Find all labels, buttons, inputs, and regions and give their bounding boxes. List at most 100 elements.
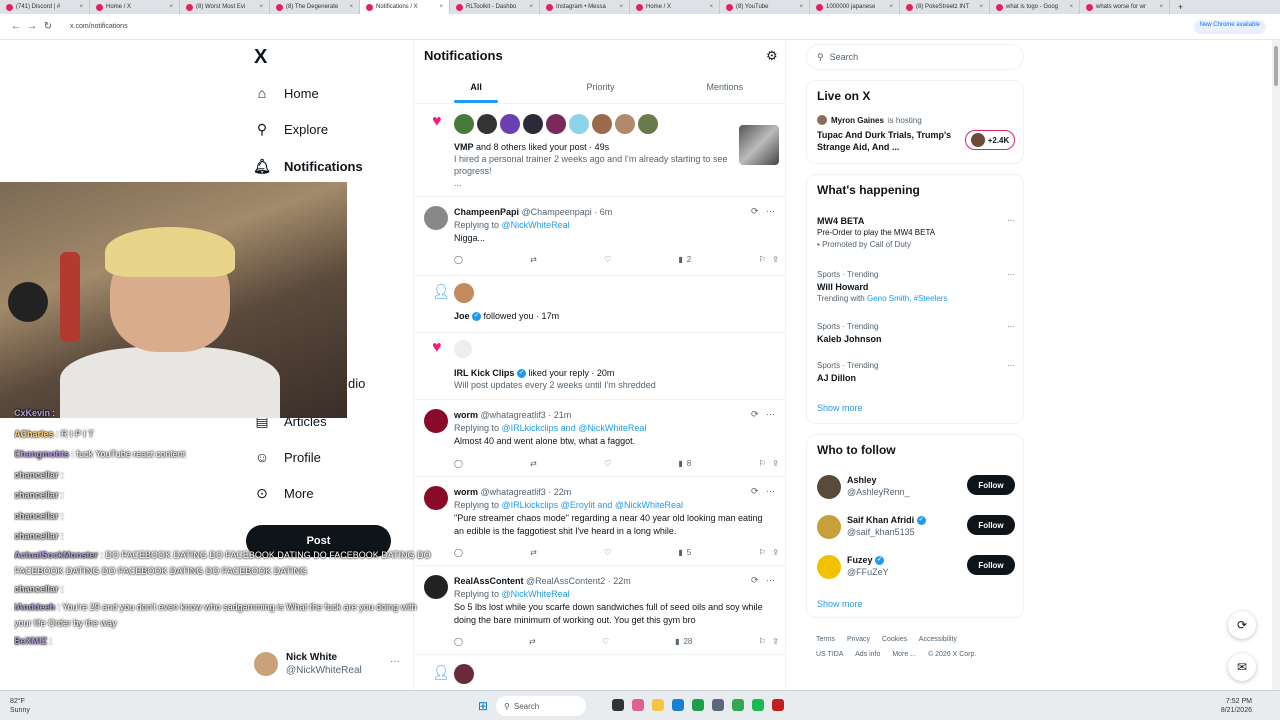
list-item[interactable]: ♥ IRL Kick Clips ✓ liked your reply · 20… bbox=[414, 334, 787, 400]
bookmark-share-icons[interactable]: ⚐ ⇪ bbox=[758, 255, 779, 264]
list-item[interactable]: ♥ VMP and 8 others liked your post · 49s… bbox=[414, 105, 787, 197]
tab-mentions[interactable]: Mentions bbox=[663, 78, 787, 103]
footer-link[interactable]: Cookies bbox=[882, 636, 907, 643]
like-icon[interactable]: ♡ bbox=[604, 548, 611, 557]
follow-button[interactable]: Follow bbox=[967, 475, 1015, 495]
views-icon[interactable]: ▮ 28 bbox=[675, 637, 692, 646]
tab-priority[interactable]: Priority bbox=[538, 78, 662, 103]
sidebar-item-explore[interactable]: ⚲ Explore bbox=[254, 121, 328, 137]
footer-link[interactable]: More ... bbox=[892, 651, 916, 658]
close-icon[interactable]: × bbox=[169, 4, 173, 10]
close-icon[interactable]: × bbox=[259, 4, 263, 10]
close-icon[interactable]: × bbox=[889, 4, 893, 10]
avatar[interactable] bbox=[500, 114, 520, 134]
reply-icon[interactable]: ◯ bbox=[454, 548, 463, 557]
excel-icon[interactable] bbox=[692, 699, 704, 711]
more-icon[interactable]: ··· bbox=[390, 656, 400, 667]
avatar[interactable] bbox=[454, 664, 474, 684]
file-explorer-icon[interactable] bbox=[652, 699, 664, 711]
like-icon[interactable]: ♡ bbox=[604, 255, 611, 264]
author-name[interactable]: RealAssContent bbox=[454, 576, 524, 586]
follow-button[interactable]: Follow bbox=[967, 515, 1015, 535]
footer-link[interactable]: Terms bbox=[816, 636, 835, 643]
avatar[interactable] bbox=[638, 114, 658, 134]
follow-suggestion[interactable]: Fuzey ✓ @FFuZeY Follow bbox=[817, 553, 1015, 583]
task-view-icon[interactable] bbox=[612, 699, 624, 711]
sidebar-item-notifications[interactable]: 🔔︎ Notifications bbox=[253, 158, 363, 174]
new-chrome-available-button[interactable]: New Chrome available bbox=[1193, 20, 1266, 34]
retweet-icon[interactable]: ⇄ bbox=[530, 255, 537, 264]
more-icon[interactable]: ··· bbox=[1007, 360, 1015, 372]
author-name[interactable]: worm bbox=[454, 410, 478, 420]
avatar[interactable] bbox=[477, 114, 497, 134]
sidebar-item-home[interactable]: ⌂ Home bbox=[254, 85, 319, 101]
reply-icon[interactable]: ◯ bbox=[454, 637, 463, 646]
footer-link[interactable]: Privacy bbox=[847, 636, 870, 643]
more-icon[interactable]: ··· bbox=[1007, 215, 1015, 227]
app-icon[interactable] bbox=[712, 699, 724, 711]
more-icon[interactable]: ··· bbox=[1007, 321, 1015, 333]
grok-button[interactable]: ⟳ bbox=[1228, 611, 1256, 639]
avatar[interactable] bbox=[454, 283, 474, 303]
new-tab-button[interactable]: + bbox=[1170, 0, 1191, 14]
trend-item[interactable]: Sports · Trending AJ Dillon ··· bbox=[817, 360, 1015, 384]
close-icon[interactable]: × bbox=[1069, 4, 1073, 10]
close-icon[interactable]: × bbox=[349, 4, 353, 10]
browser-tab[interactable]: (8) The Degenerate × bbox=[270, 0, 360, 14]
browser-tab[interactable]: (8) YouTube × bbox=[720, 0, 810, 14]
like-icon[interactable]: ♡ bbox=[604, 459, 611, 468]
browser-tab[interactable]: what is togo - Goog × bbox=[990, 0, 1080, 14]
avatar[interactable] bbox=[615, 114, 635, 134]
browser-tab[interactable]: (8) PokeStreetz INT × bbox=[900, 0, 990, 14]
messages-button[interactable]: ✉ bbox=[1228, 653, 1256, 681]
live-host[interactable]: Myron Gaines is hosting bbox=[817, 115, 922, 125]
browser-tab[interactable]: Instagram • Messa × bbox=[540, 0, 630, 14]
system-clock[interactable]: 7:52 PM 8/21/2026 bbox=[1221, 697, 1252, 715]
author-name[interactable]: worm bbox=[454, 487, 478, 497]
list-item[interactable]: ⟳ ··· RealAssContent @RealAssContent2 · … bbox=[414, 567, 787, 655]
close-icon[interactable]: × bbox=[529, 4, 533, 10]
live-listeners-badge[interactable]: +2.4K bbox=[965, 130, 1015, 150]
search-input[interactable]: ⚲ Search bbox=[806, 44, 1024, 70]
reply-link[interactable]: @NickWhiteReal bbox=[502, 589, 570, 599]
browser-tab[interactable]: (741) Discord | # × bbox=[0, 0, 90, 14]
follow-button[interactable]: Follow bbox=[967, 555, 1015, 575]
author-name[interactable]: ChampeenPapi bbox=[454, 207, 519, 217]
retweet-icon[interactable]: ⇄ bbox=[529, 637, 536, 646]
follow-suggestion[interactable]: Saif Khan Afridi ✓ @saif_khan5135 Follow bbox=[817, 513, 1015, 543]
bookmark-share-icons[interactable]: ⚐ ⇪ bbox=[758, 637, 779, 646]
more-icon[interactable]: ··· bbox=[1007, 269, 1015, 281]
retweet-icon[interactable]: ⇄ bbox=[530, 459, 537, 468]
close-icon[interactable]: × bbox=[709, 4, 713, 10]
footer-link[interactable]: Accessibility bbox=[919, 636, 957, 643]
reply-icon[interactable]: ◯ bbox=[454, 459, 463, 468]
avatar[interactable] bbox=[454, 340, 472, 358]
chrome-icon[interactable] bbox=[732, 699, 744, 711]
like-icon[interactable]: ♡ bbox=[602, 637, 609, 646]
list-item[interactable]: 👤︎ Joe ✓ followed you · 17m bbox=[414, 277, 787, 333]
reload-icon[interactable]: ↻ bbox=[40, 21, 56, 32]
copilot-icon[interactable] bbox=[632, 699, 644, 711]
avatar[interactable] bbox=[424, 206, 448, 230]
browser-tab[interactable]: Home / X × bbox=[90, 0, 180, 14]
show-more-link[interactable]: Show more bbox=[817, 403, 863, 413]
list-item[interactable]: ⟳ ··· ChampeenPapi @Champeenpapi · 6m Re… bbox=[414, 198, 787, 276]
sidebar-item-partial[interactable]: dio bbox=[348, 376, 365, 391]
close-icon[interactable]: × bbox=[1159, 4, 1163, 10]
bookmark-share-icons[interactable]: ⚐ ⇪ bbox=[758, 459, 779, 468]
spotify-icon[interactable] bbox=[752, 699, 764, 711]
x-logo[interactable]: X bbox=[254, 46, 267, 69]
live-space-title[interactable]: Tupac And Durk Trials, Trump's Strange A… bbox=[817, 129, 957, 153]
close-icon[interactable]: × bbox=[439, 4, 443, 10]
footer-link[interactable]: US TIDA bbox=[816, 651, 844, 658]
post-thumbnail[interactable] bbox=[739, 125, 779, 165]
follow-suggestion[interactable]: Ashley @AshleyRenn_ Follow bbox=[817, 473, 1015, 503]
url-field[interactable]: x.com/notifications bbox=[70, 23, 128, 30]
reply-link[interactable]: @NickWhiteReal bbox=[502, 220, 570, 230]
weather-widget[interactable]: 82°F Sunny bbox=[10, 697, 30, 715]
gear-icon[interactable]: ⚙ bbox=[766, 48, 778, 64]
show-more-link[interactable]: Show more bbox=[817, 599, 863, 609]
close-icon[interactable]: × bbox=[979, 4, 983, 10]
views-icon[interactable]: ▮ 2 bbox=[678, 255, 691, 264]
browser-tab[interactable]: Home / X × bbox=[630, 0, 720, 14]
